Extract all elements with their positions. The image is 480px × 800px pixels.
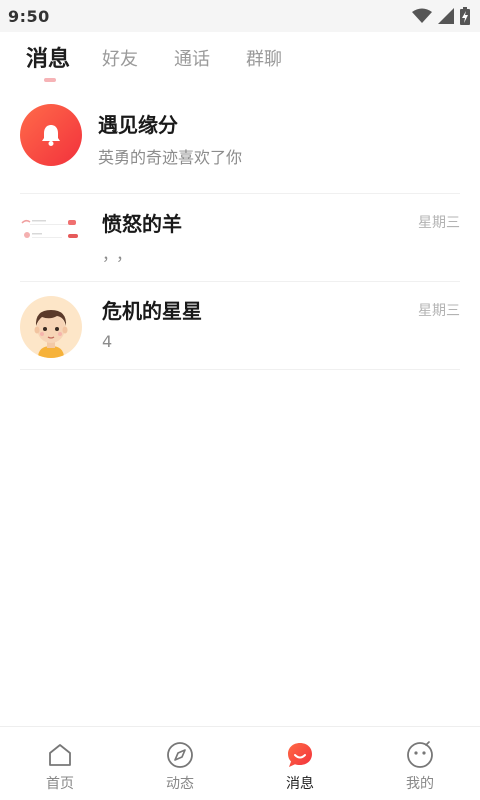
bell-icon (20, 104, 82, 166)
tab-group-chats[interactable]: 群聊 (246, 45, 282, 84)
tab-friends[interactable]: 好友 (102, 45, 138, 84)
conversation-preview: 英勇的奇迹喜欢了你 (98, 148, 243, 167)
nav-label: 动态 (166, 776, 194, 792)
nav-home[interactable]: 首页 (0, 727, 120, 800)
conversation-preview: ，， (102, 245, 139, 264)
conversation-item[interactable]: 危机的星星 4 星期三 (20, 282, 460, 370)
compass-icon (166, 741, 194, 769)
conversation-list: 遇见缘分 英勇的奇迹喜欢了你 愤怒的羊 ，， 星期三 危机的星星 4 星期三 (0, 100, 480, 370)
active-tab-indicator (44, 78, 56, 82)
status-time: 9:50 (8, 6, 50, 26)
conversation-item[interactable]: 遇见缘分 英勇的奇迹喜欢了你 (20, 100, 460, 194)
conversation-body: 遇见缘分 英勇的奇迹喜欢了你 (98, 104, 460, 193)
conversation-preview: 4 (102, 332, 113, 351)
conversation-name: 遇见缘分 (98, 113, 178, 137)
screenshot-thumbnail (20, 213, 82, 263)
conversation-item[interactable]: 愤怒的羊 ，， 星期三 (20, 194, 460, 282)
wifi-icon (412, 8, 432, 24)
smiley-face-icon (406, 741, 434, 769)
tab-calls[interactable]: 通话 (174, 45, 210, 84)
nav-messages[interactable]: 消息 (240, 727, 360, 800)
message-tabs: 消息 好友 通话 群聊 (0, 32, 480, 84)
bottom-navigation: 首页 动态 消息 我的 (0, 726, 480, 800)
status-bar: 9:50 (0, 0, 480, 32)
nav-me[interactable]: 我的 (360, 727, 480, 800)
conversation-time: 星期三 (418, 215, 460, 231)
nav-label: 首页 (46, 776, 74, 792)
conversation-body: 危机的星星 4 (102, 296, 460, 369)
nav-moments[interactable]: 动态 (120, 727, 240, 800)
cartoon-boy-avatar (20, 296, 82, 358)
status-icons (412, 7, 470, 25)
conversation-name: 危机的星星 (102, 299, 202, 323)
nav-label: 我的 (406, 776, 434, 792)
battery-charging-icon (460, 7, 470, 25)
conversation-time: 星期三 (418, 303, 460, 319)
home-icon (46, 741, 74, 769)
chat-bubble-icon (286, 741, 314, 769)
conversation-name: 愤怒的羊 (102, 212, 182, 236)
nav-label: 消息 (286, 776, 314, 792)
cellular-signal-icon (438, 8, 454, 24)
conversation-body: 愤怒的羊 ，， (102, 209, 460, 281)
